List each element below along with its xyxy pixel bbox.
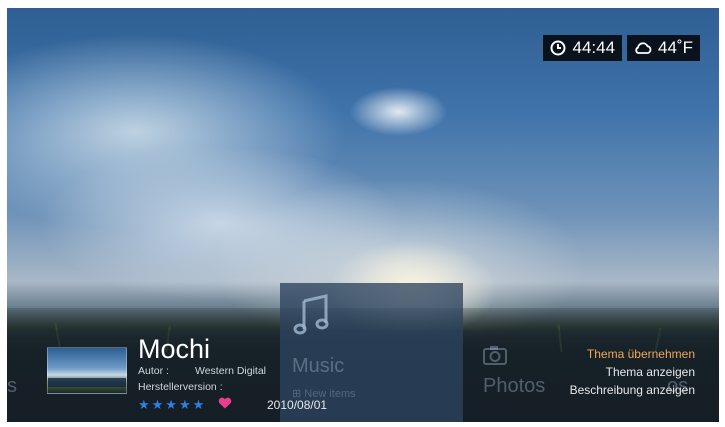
theme-actions-menu: Thema übernehmen Thema anzeigen Beschrei… xyxy=(570,345,695,399)
camera-icon xyxy=(483,346,507,365)
apply-theme-option[interactable]: Thema übernehmen xyxy=(570,345,695,363)
clock-time: 44:44 xyxy=(572,38,616,57)
author-value: Western Digital xyxy=(195,365,266,377)
menu-item-photos[interactable]: Photos xyxy=(483,375,545,398)
thumbnail-menu-strip xyxy=(48,378,126,387)
status-bar: 44:44 44˚F xyxy=(543,35,700,61)
theme-title: Mochi xyxy=(138,334,211,364)
menu-item-partial-left[interactable]: s xyxy=(7,375,17,398)
weather-widget: 44˚F xyxy=(627,35,700,61)
rating-stars: ★★★★★ xyxy=(138,397,207,412)
clock-widget: 44:44 xyxy=(543,35,623,61)
theme-thumbnail xyxy=(47,347,127,394)
temperature: 44˚F xyxy=(658,38,693,57)
show-description-option[interactable]: Beschreibung anzeigen xyxy=(570,381,695,399)
clock-icon xyxy=(550,40,566,56)
tv-screen: 44:44 44˚F s Music ⊞ New items Photos os… xyxy=(7,8,719,422)
theme-date: 2010/08/01 xyxy=(267,398,328,412)
cloud-icon xyxy=(635,42,652,54)
music-note-icon xyxy=(293,294,329,335)
show-theme-option[interactable]: Thema anzeigen xyxy=(570,363,695,381)
version-label: Herstellerversion : xyxy=(138,381,223,393)
heart-icon[interactable] xyxy=(218,397,232,409)
author-label: Autor : xyxy=(138,365,169,377)
menu-item-music-label: Music xyxy=(292,355,345,377)
